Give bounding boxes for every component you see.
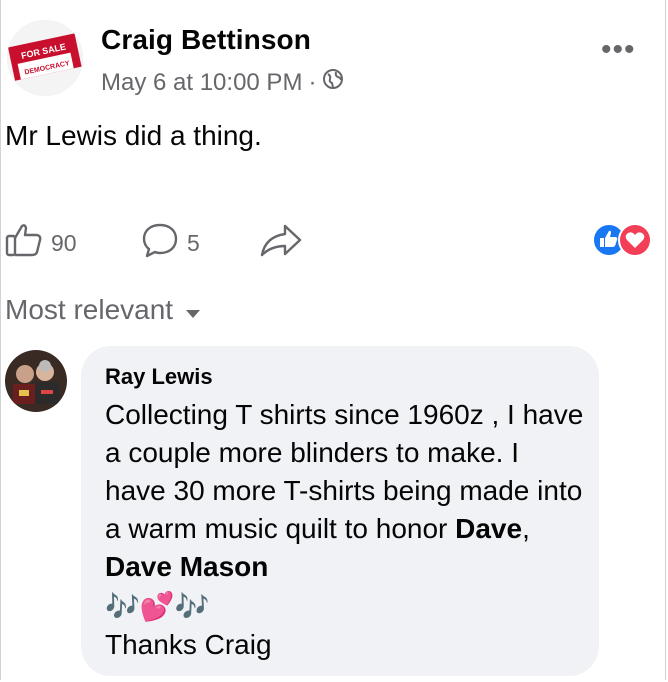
comment-author-name[interactable]: Ray Lewis [105,364,213,390]
post-text: Mr Lewis did a thing. [5,120,262,151]
commenter-avatar[interactable] [5,350,67,412]
post-actions: 90 5 [1,218,668,262]
thumbs-up-icon [5,222,43,264]
post-card: FOR SALE DEMOCRACY Craig Bettinson May 6… [0,0,666,680]
globe-icon [322,68,344,97]
comment-count: 5 [187,229,200,256]
post-meta: May 6 at 10:00 PM · [101,68,344,97]
comment-text-sep: , [522,513,530,544]
author-avatar[interactable]: FOR SALE DEMOCRACY [7,20,83,96]
comment-text: Collecting T shirts since 1960z , I have… [105,396,585,664]
more-options-button[interactable]: ••• [601,35,636,65]
post-timestamp[interactable]: May 6 at 10:00 PM [101,69,302,97]
comment-bubble-icon [141,222,179,264]
comment-sort-dropdown[interactable]: Most relevant [5,294,201,326]
sort-label: Most relevant [5,294,174,325]
love-reaction-icon [618,223,652,257]
reactions-summary[interactable] [591,222,667,258]
post-author-name[interactable]: Craig Bettinson [101,24,311,56]
like-count: 90 [51,229,77,256]
like-button[interactable]: 90 [5,222,77,264]
comment-mention-dave[interactable]: Dave [455,513,522,544]
caret-down-icon [185,294,201,326]
comment-button[interactable]: 5 [141,222,200,264]
meta-separator: · [308,68,317,96]
comment-closing: Thanks Craig [105,628,272,660]
share-button[interactable] [259,222,303,264]
share-arrow-icon [259,222,303,264]
comment-mention-dave-mason[interactable]: Dave Mason [105,551,268,582]
music-heart-emoji-row: 🎶💕🎶 [105,590,210,622]
